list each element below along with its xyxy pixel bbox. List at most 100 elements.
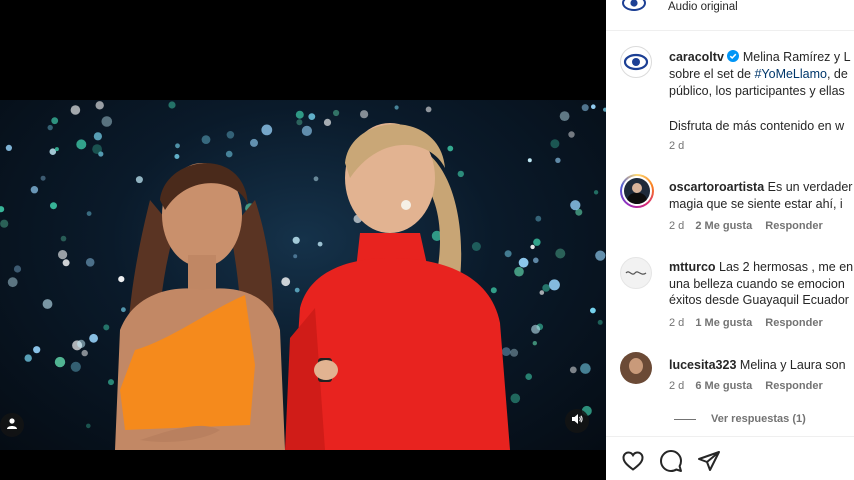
stage-light <box>13 265 22 273</box>
stage-light <box>542 284 550 292</box>
stage-light <box>533 257 539 264</box>
stage-light <box>533 238 541 246</box>
caption-line-4: Disfruta de más contenido en w <box>669 119 845 133</box>
comment-icon <box>659 450 683 477</box>
comment-likes[interactable]: 1 Me gusta <box>695 317 752 329</box>
stage-light <box>33 346 41 354</box>
caption-line-2-end: , de <box>826 67 848 81</box>
stage-light <box>60 235 67 242</box>
comment-age: 2 d <box>669 317 685 329</box>
audio-original-link[interactable]: Audio original <box>668 1 738 13</box>
speaker-icon <box>571 412 583 430</box>
comment-likes[interactable]: 2 Me gusta <box>695 220 752 232</box>
comment-username[interactable]: mtturco <box>669 260 716 274</box>
replies-line <box>674 419 696 420</box>
reply-button[interactable]: Responder <box>765 317 822 329</box>
stage-light <box>568 131 575 138</box>
stage-light <box>595 250 606 261</box>
like-button[interactable] <box>621 449 645 473</box>
mtturco-avatar[interactable] <box>620 257 652 289</box>
stage-light <box>95 101 104 110</box>
comment-username[interactable]: oscartoroartista <box>669 180 764 194</box>
comment-button[interactable] <box>659 449 683 473</box>
caption-username[interactable]: caracoltv <box>669 50 724 64</box>
stage-light <box>569 366 577 374</box>
woman-red-dress <box>285 123 510 450</box>
stage-light <box>47 124 53 131</box>
comment-text: Melina y Laura son <box>739 358 846 372</box>
stage-light <box>555 248 566 259</box>
stage-light <box>101 116 113 127</box>
stage-light <box>555 157 561 163</box>
stage-light <box>580 363 591 374</box>
stage-light <box>530 244 535 250</box>
hashtag-link[interactable]: #YoMeLlamo <box>754 67 827 81</box>
stage-light <box>226 131 235 139</box>
comment-username[interactable]: lucesita323 <box>669 358 736 372</box>
stage-light <box>550 139 560 149</box>
comment-item: oscartoroartista Es un verdader magia qu… <box>606 172 854 242</box>
comment-text: Las 2 hermosas , me en <box>719 260 854 274</box>
comment-text-line-2: magia que se siente estar ahí, i <box>669 197 843 211</box>
stage-light <box>531 324 541 334</box>
stage-light <box>168 101 176 109</box>
caracoltv-avatar[interactable] <box>620 46 652 78</box>
stage-light <box>593 190 599 195</box>
stage-light <box>532 341 537 346</box>
header-divider <box>606 30 854 31</box>
video-frame[interactable] <box>0 100 606 450</box>
post-caption: caracoltv Melina Ramírez y L sobre el se… <box>606 44 854 159</box>
comment-text: Es un verdader <box>767 180 853 194</box>
comment-age: 2 d <box>669 220 685 232</box>
heart-icon <box>621 451 645 477</box>
view-replies-button[interactable]: Ver respuestas (1) <box>711 413 806 425</box>
stage-light <box>24 354 32 362</box>
reply-button[interactable]: Responder <box>765 380 822 392</box>
comment-age: 2 d <box>669 380 685 392</box>
stage-light <box>548 279 560 291</box>
video-mute-button[interactable] <box>565 409 589 433</box>
video-player[interactable] <box>0 0 606 480</box>
caption-age: 2 d <box>669 140 685 152</box>
stage-light <box>5 144 12 151</box>
caption-line-3: público, los participantes y ellas <box>669 84 845 98</box>
stage-light <box>54 356 66 368</box>
stage-light <box>54 147 59 152</box>
stage-light <box>559 111 570 121</box>
caracol-logo-avatar[interactable] <box>620 0 648 14</box>
actions-divider <box>606 436 854 437</box>
stage-light <box>535 215 542 222</box>
share-button[interactable] <box>697 449 721 473</box>
comment-item: mtturco Las 2 hermosas , me en una belle… <box>606 255 854 335</box>
stage-light <box>597 319 603 325</box>
stage-light <box>581 104 589 112</box>
post-header: Audio original <box>606 0 854 18</box>
stage-light <box>42 299 53 309</box>
caption-line-2: sobre el set de <box>669 67 755 81</box>
stage-light <box>0 219 9 228</box>
comment-text-line-3: éxitos desde Guayaquil Ecuador <box>669 293 849 307</box>
stage-light <box>591 104 596 109</box>
share-icon <box>697 451 721 477</box>
oscartoroartista-avatar[interactable] <box>620 174 654 208</box>
comment-likes[interactable]: 6 Me gusta <box>695 380 752 392</box>
lucesita323-avatar[interactable] <box>620 352 652 384</box>
stage-light <box>62 259 70 267</box>
stage-light <box>7 277 18 288</box>
stage-light <box>30 186 39 194</box>
verified-badge-icon <box>727 50 740 62</box>
stage-light <box>40 175 46 181</box>
stage-light <box>539 290 545 295</box>
video-tagged-users-button[interactable] <box>0 413 24 437</box>
stage-light <box>58 250 68 260</box>
user-icon <box>6 416 18 434</box>
caption-line-1: Melina Ramírez y L <box>742 50 851 64</box>
stage-light <box>50 202 57 210</box>
stage-light <box>570 200 581 211</box>
stage-light <box>51 117 59 125</box>
comment-item: lucesita323 Melina y Laura son 2 d 6 Me … <box>606 350 854 435</box>
stage-light <box>70 105 81 115</box>
stage-light <box>590 307 596 314</box>
stage-light <box>0 206 5 213</box>
reply-button[interactable]: Responder <box>765 220 822 232</box>
